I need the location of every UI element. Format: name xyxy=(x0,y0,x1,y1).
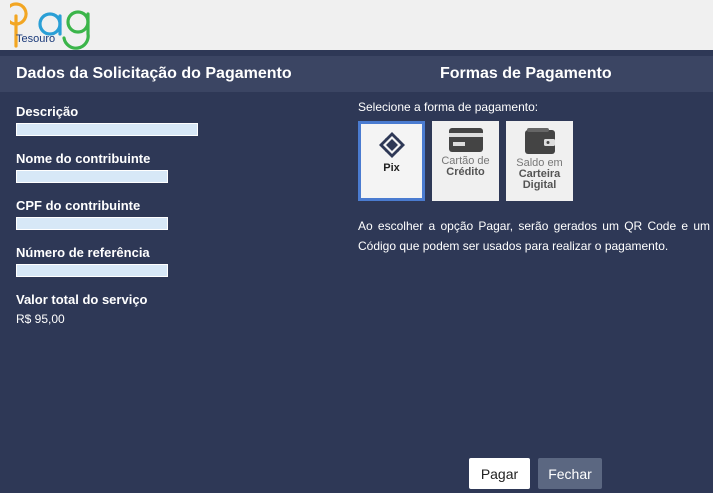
pag-tesouro-logo: Tesouro xyxy=(10,2,94,50)
descricao-label: Descrição xyxy=(16,104,79,119)
pix-label: Pix xyxy=(383,162,400,174)
payment-option-pix[interactable]: Pix xyxy=(358,121,425,201)
credit-card-icon xyxy=(448,128,483,152)
numero-referencia-field xyxy=(16,264,168,277)
section-heading-bar: Dados da Solicitação do Pagamento Formas… xyxy=(0,56,713,92)
digital-wallet-label: Saldo em Carteira Digital xyxy=(506,158,573,191)
nome-contribuinte-label: Nome do contribuinte xyxy=(16,151,151,166)
logo-subtext: Tesouro xyxy=(16,33,56,45)
request-data-title: Dados da Solicitação do Pagamento xyxy=(16,65,292,82)
payment-option-digital-wallet[interactable]: Saldo em Carteira Digital xyxy=(506,121,573,201)
digital-wallet-label-line3: Digital xyxy=(522,179,557,191)
descricao-field xyxy=(16,123,198,136)
cpf-contribuinte-field xyxy=(16,217,168,230)
fechar-button[interactable]: Fechar xyxy=(538,458,602,489)
payment-info-text: Ao escolher a opção Pagar, serão gerados… xyxy=(358,219,710,253)
valor-total-label: Valor total do serviço xyxy=(16,292,148,307)
valor-total-value: R$ 95,00 xyxy=(16,312,65,326)
nome-contribuinte-field xyxy=(16,170,168,183)
wallet-icon xyxy=(524,128,555,154)
select-payment-text: Selecione a forma de pagamento: xyxy=(358,100,539,114)
credit-card-label: Cartão de Crédito xyxy=(432,156,499,178)
credit-card-label-line2: Crédito xyxy=(446,166,485,178)
pagar-button[interactable]: Pagar xyxy=(469,458,530,489)
cpf-contribuinte-label: CPF do contribuinte xyxy=(16,198,141,213)
payment-methods-title: Formas de Pagamento xyxy=(440,65,612,82)
payment-option-credit-card[interactable]: Cartão de Crédito xyxy=(432,121,499,201)
pix-icon xyxy=(378,132,405,158)
numero-referencia-label: Número de referência xyxy=(16,245,150,260)
top-header: Tesouro xyxy=(0,0,713,53)
